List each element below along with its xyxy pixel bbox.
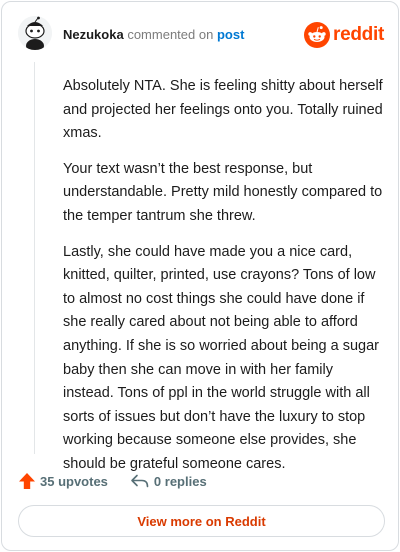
reply-count: 0 replies [153, 473, 207, 489]
reddit-wordmark: reddit [333, 24, 384, 45]
upvote-arrow-icon [19, 473, 35, 489]
post-link[interactable]: post [217, 27, 244, 42]
upvote-count: 35 upvotes [40, 473, 108, 489]
comment-author[interactable]: Nezukoka [63, 27, 124, 42]
embedded-comment-card: Nezukoka commented on post reddit Absolu… [1, 1, 399, 551]
byline-action: commented on [127, 27, 214, 42]
comment-paragraph: Lastly, she could have made you a nice c… [63, 243, 379, 472]
comment-body: Absolutely NTA. She is feeling shitty ab… [63, 75, 385, 489]
reddit-logo-icon [304, 22, 331, 48]
view-more-button[interactable]: View more on Reddit [18, 505, 385, 537]
user-avatar[interactable] [18, 16, 52, 50]
upvote-button[interactable]: 35 upvotes [18, 472, 108, 490]
reply-arrow-icon [131, 474, 149, 488]
snoo-avatar-icon [18, 16, 52, 50]
comment-header: Nezukoka commented on post reddit [18, 16, 384, 52]
comment-paragraph: Absolutely NTA. She is feeling shitty ab… [63, 78, 383, 142]
comment-actions: 35 upvotes 0 replies [18, 470, 207, 492]
thread-line [34, 62, 35, 454]
reddit-brand[interactable]: reddit [304, 22, 384, 48]
reply-button[interactable]: 0 replies [130, 473, 207, 489]
comment-paragraph: Your text wasn’t the best response, but … [63, 160, 383, 224]
comment-byline: Nezukoka commented on post [63, 27, 244, 43]
